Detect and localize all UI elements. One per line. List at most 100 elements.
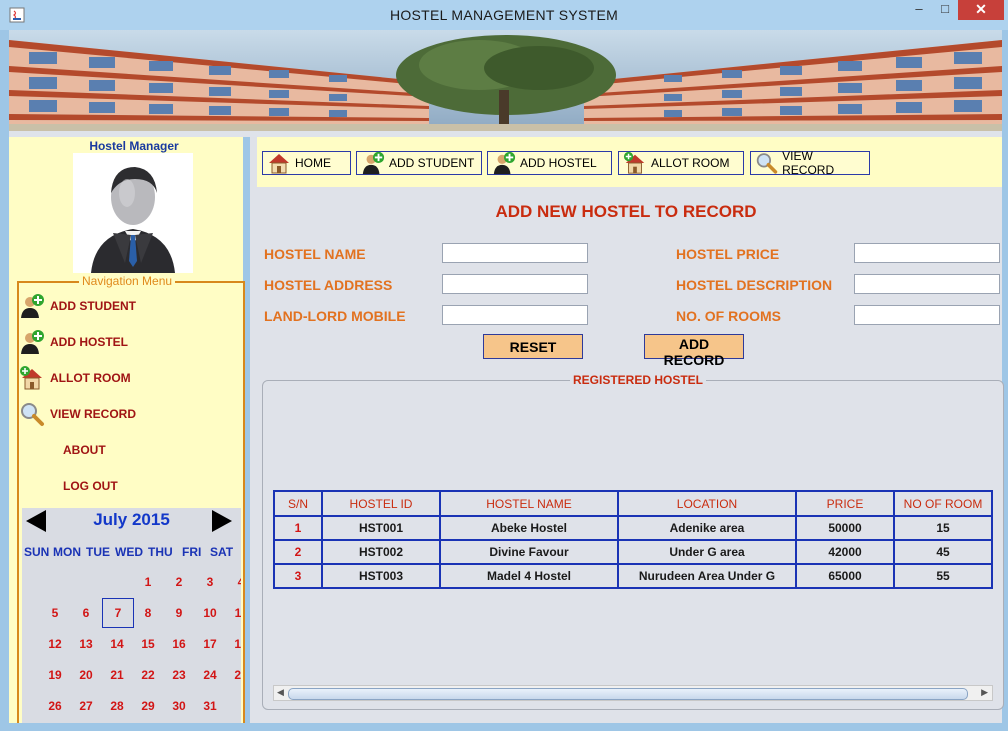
calendar-day[interactable]: 21	[102, 661, 132, 689]
calendar-day[interactable]: 26	[40, 692, 70, 720]
calendar-day[interactable]: 8	[133, 599, 163, 627]
table-cell: Under G area	[617, 539, 797, 565]
hostel-description-label: HOSTEL DESCRIPTION	[676, 277, 833, 293]
close-button[interactable]: ✕	[958, 0, 1004, 20]
table-cell: 1	[273, 515, 323, 541]
table-header-row: S/N HOSTEL ID HOSTEL NAME LOCATION PRICE…	[273, 490, 993, 517]
scroll-left-icon[interactable]: ◀	[277, 687, 284, 698]
toolbar-home-button[interactable]: HOME	[262, 151, 351, 175]
home-icon	[269, 154, 289, 174]
toolbar-view-record-button[interactable]: VIEW RECORD	[750, 149, 870, 177]
hostel-price-input[interactable]	[854, 243, 1000, 263]
sidebar-item-allot-room[interactable]: ALLOT ROOM	[19, 365, 131, 391]
next-month-arrow-icon[interactable]	[208, 508, 234, 534]
hostel-address-input[interactable]	[442, 274, 588, 294]
magnifier-icon	[756, 153, 778, 174]
calendar-day[interactable]: 31	[195, 692, 225, 720]
table-cell: Nurudeen Area Under G	[617, 563, 797, 589]
column-header[interactable]: PRICE	[795, 490, 895, 517]
calendar-day[interactable]: 11	[226, 599, 241, 627]
rooms-label: NO. OF ROOMS	[676, 308, 781, 324]
calendar-day[interactable]: 15	[133, 630, 163, 658]
table-cell: Abeke Hostel	[439, 515, 619, 541]
weekday-header: MON	[53, 545, 81, 559]
calendar-day[interactable]: 20	[71, 661, 101, 689]
calendar-day[interactable]: 23	[164, 661, 194, 689]
landlord-mobile-input[interactable]	[442, 305, 588, 325]
horizontal-scrollbar[interactable]: ◀ ▶	[273, 685, 993, 701]
registered-hostel-table: S/N HOSTEL ID HOSTEL NAME LOCATION PRICE…	[273, 490, 993, 589]
table-cell: Madel 4 Hostel	[439, 563, 619, 589]
table-cell: HST003	[321, 563, 441, 589]
column-header[interactable]: HOSTEL ID	[321, 490, 441, 517]
calendar-day[interactable]: 30	[164, 692, 194, 720]
hostel-name-input[interactable]	[442, 243, 588, 263]
sidebar-item-label: ABOUT	[63, 443, 106, 457]
table-cell: HST001	[321, 515, 441, 541]
calendar-day[interactable]: 9	[164, 599, 194, 627]
sidebar-item-label: ADD HOSTEL	[50, 335, 128, 349]
toolbar-allot-room-button[interactable]: ALLOT ROOM	[618, 151, 744, 175]
calendar-day[interactable]: 25	[226, 661, 241, 689]
weekday-header: SAT	[210, 545, 234, 559]
weekday-header: FRI	[182, 545, 202, 559]
calendar-day[interactable]: 16	[164, 630, 194, 658]
table-cell: Adenike area	[617, 515, 797, 541]
toolbar-add-student-button[interactable]: ADD STUDENT	[356, 151, 482, 175]
column-header[interactable]: S/N	[273, 490, 323, 517]
table-row[interactable]: 2 HST002 Divine Favour Under G area 4200…	[273, 539, 993, 565]
sidebar-item-label: ALLOT ROOM	[50, 371, 131, 385]
calendar-day-selected[interactable]: 7	[102, 598, 134, 628]
column-header[interactable]: LOCATION	[617, 490, 797, 517]
calendar-day[interactable]: 19	[40, 661, 70, 689]
rooms-input[interactable]	[854, 305, 1000, 325]
column-header[interactable]: NO OF ROOM	[893, 490, 993, 517]
add-hostel-icon	[493, 151, 516, 175]
calendar-day[interactable]: 3	[195, 568, 225, 596]
allot-room-icon	[623, 151, 645, 174]
add-hostel-icon	[21, 330, 44, 354]
calendar-day[interactable]: 24	[195, 661, 225, 689]
add-record-button[interactable]: ADD RECORD	[644, 334, 744, 368]
hostel-description-input[interactable]	[854, 274, 1000, 294]
calendar-day[interactable]: 5	[40, 599, 70, 627]
table-cell: 15	[893, 515, 993, 541]
sidebar-item-about[interactable]: ABOUT	[63, 437, 106, 463]
column-header[interactable]: HOSTEL NAME	[439, 490, 619, 517]
calendar-day[interactable]: 27	[71, 692, 101, 720]
table-row[interactable]: 1 HST001 Abeke Hostel Adenike area 50000…	[273, 515, 993, 541]
calendar-day[interactable]: 17	[195, 630, 225, 658]
table-row[interactable]: 3 HST003 Madel 4 Hostel Nurudeen Area Un…	[273, 563, 993, 589]
calendar-day[interactable]: 13	[71, 630, 101, 658]
calendar-day[interactable]: 14	[102, 630, 132, 658]
calendar-day[interactable]: 29	[133, 692, 163, 720]
calendar-day[interactable]: 12	[40, 630, 70, 658]
scroll-right-icon[interactable]: ▶	[981, 687, 988, 698]
calendar-day[interactable]: 18	[226, 630, 241, 658]
toolbar-add-hostel-button[interactable]: ADD HOSTEL	[487, 151, 612, 175]
calendar: July 2015 SUN MON TUE WED THU FRI SAT 1 …	[22, 508, 241, 723]
calendar-day[interactable]: 28	[102, 692, 132, 720]
calendar-day[interactable]: 4	[226, 568, 241, 596]
sidebar-item-logout[interactable]: LOG OUT	[63, 473, 118, 499]
reset-button[interactable]: RESET	[483, 334, 583, 359]
hostel-address-label: HOSTEL ADDRESS	[264, 277, 393, 293]
sidebar-item-add-hostel[interactable]: ADD HOSTEL	[19, 329, 128, 355]
calendar-day[interactable]: 2	[164, 568, 194, 596]
calendar-day[interactable]: 10	[195, 599, 225, 627]
calendar-day[interactable]: 22	[133, 661, 163, 689]
main-panel: HOME ADD STUDENT ADD HOSTEL ALLOT ROOM V…	[250, 137, 1004, 723]
table-cell: 42000	[795, 539, 895, 565]
calendar-day[interactable]: 1	[133, 568, 163, 596]
sidebar-item-label: ADD STUDENT	[50, 299, 136, 313]
scrollbar-thumb[interactable]	[288, 688, 968, 700]
add-student-icon	[21, 294, 44, 318]
minimize-button[interactable]: –	[906, 0, 932, 20]
sidebar-item-view-record[interactable]: VIEW RECORD	[19, 401, 136, 427]
maximize-button[interactable]: □	[932, 0, 958, 20]
sidebar-item-add-student[interactable]: ADD STUDENT	[19, 293, 136, 319]
table-cell: 3	[273, 563, 323, 589]
calendar-day[interactable]: 6	[71, 599, 101, 627]
top-toolbar: HOME ADD STUDENT ADD HOSTEL ALLOT ROOM V…	[257, 137, 1002, 187]
weekday-header: SUN	[24, 545, 50, 559]
